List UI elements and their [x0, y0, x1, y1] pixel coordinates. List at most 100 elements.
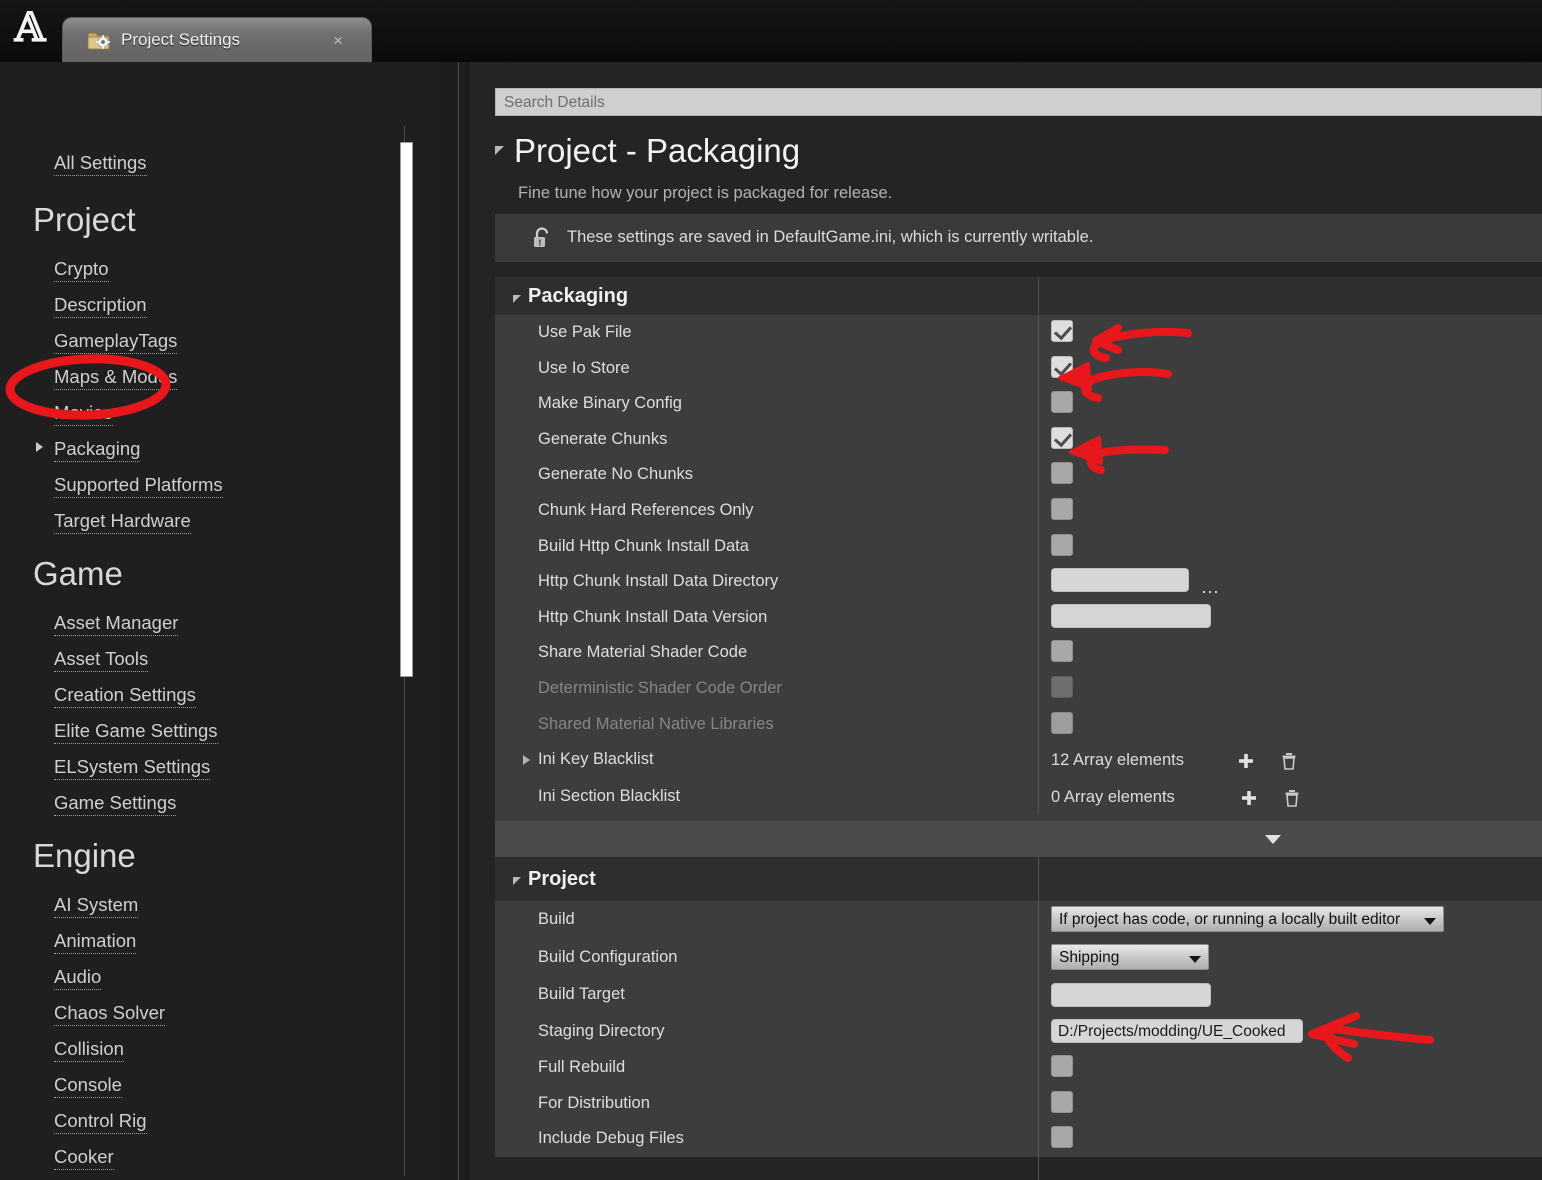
chevron-right-icon[interactable] [523, 755, 530, 766]
close-icon[interactable]: × [333, 31, 343, 51]
browse-ellipsis-icon[interactable]: ... [1315, 1021, 1333, 1042]
title-bar: 𝔸 Project Settings × [0, 0, 1542, 62]
sidebar-item-control-rig[interactable]: Control Rig [54, 1110, 147, 1134]
sidebar-item-animation[interactable]: Animation [54, 930, 137, 954]
sidebar-item-cooker[interactable]: Cooker [54, 1146, 114, 1170]
sidebar-item-creation-settings[interactable]: Creation Settings [54, 684, 196, 708]
table-row[interactable]: Staging Directory D:/Projects/modding/UE… [495, 1014, 1542, 1050]
sidebar-item-game-settings[interactable]: Game Settings [54, 792, 177, 816]
browse-ellipsis-icon[interactable]: ... [1201, 577, 1219, 598]
sidebar-scrollbar-thumb[interactable] [400, 142, 413, 677]
sidebar-item-movies[interactable]: Movies [54, 402, 113, 426]
settings-sidebar: All Settings Project Crypto Description … [0, 62, 440, 1180]
generate-no-chunks-checkbox[interactable] [1051, 462, 1073, 485]
table-row[interactable]: Use Pak File [495, 315, 1542, 351]
sidebar-item-description[interactable]: Description [54, 294, 147, 318]
section-header-packaging[interactable]: Packaging [495, 277, 1542, 315]
http-chunk-install-data-version-input[interactable] [1051, 603, 1211, 628]
sidebar-item-elsystem-settings[interactable]: ELSystem Settings [54, 756, 211, 780]
sidebar-item-target-hardware[interactable]: Target Hardware [54, 510, 191, 534]
build-target-input[interactable] [1051, 983, 1211, 1007]
trash-icon[interactable] [1279, 751, 1299, 771]
tab-project-settings[interactable]: Project Settings × [62, 17, 372, 62]
property-label: Build Target [538, 985, 625, 1003]
search-input[interactable]: Search Details [495, 88, 1542, 116]
sidebar-item-gameplaytags[interactable]: GameplayTags [54, 330, 178, 354]
section-title: Project [528, 868, 596, 890]
build-dropdown[interactable]: If project has code, or running a locall… [1051, 906, 1444, 932]
chunk-hard-references-only-checkbox[interactable] [1051, 497, 1073, 520]
column-splitter[interactable] [1038, 277, 1039, 314]
table-row[interactable]: Http Chunk Install Data Version [495, 600, 1542, 636]
table-row[interactable]: Include Debug Files [495, 1121, 1542, 1157]
sidebar-item-crypto[interactable]: Crypto [54, 258, 109, 282]
table-row[interactable]: Share Material Shader Code [495, 635, 1542, 671]
sidebar-item-maps-and-modes[interactable]: Maps & Modes [54, 366, 178, 390]
table-row[interactable]: Build Http Chunk Install Data [495, 529, 1542, 565]
table-row[interactable]: Build Target [495, 977, 1542, 1014]
table-row[interactable]: Build If project has code, or running a … [495, 901, 1542, 939]
table-row[interactable]: Make Binary Config [495, 386, 1542, 422]
folder-gear-icon [87, 32, 110, 50]
section-header-project[interactable]: Project [495, 857, 1542, 901]
property-label: Http Chunk Install Data Directory [538, 572, 779, 591]
shared-material-native-libraries-checkbox [1051, 711, 1073, 734]
table-row[interactable]: Http Chunk Install Data Directory ... [495, 564, 1542, 600]
table-row: Deterministic Shader Code Order [495, 671, 1542, 707]
property-label: Chunk Hard References Only [538, 500, 754, 519]
for-distribution-checkbox[interactable] [1051, 1090, 1073, 1113]
chevron-down-icon[interactable] [1265, 835, 1281, 845]
trash-icon[interactable] [1282, 788, 1302, 808]
sidebar-item-elite-game-settings[interactable]: Elite Game Settings [54, 720, 218, 744]
table-row[interactable]: Build Configuration Shipping [495, 939, 1542, 977]
use-io-store-checkbox[interactable] [1051, 355, 1073, 378]
ini-writable-info-bar: These settings are saved in DefaultGame.… [495, 214, 1542, 262]
table-row[interactable]: Generate Chunks [495, 422, 1542, 458]
sidebar-item-audio[interactable]: Audio [54, 966, 102, 990]
chevron-down-icon[interactable] [513, 295, 521, 303]
make-binary-config-checkbox[interactable] [1051, 391, 1073, 414]
collapse-caret-icon[interactable] [495, 146, 504, 155]
use-pak-file-checkbox[interactable] [1051, 320, 1073, 342]
table-row[interactable]: Chunk Hard References Only [495, 493, 1542, 529]
chevron-right-icon[interactable] [36, 442, 43, 452]
sidebar-item-all-settings[interactable]: All Settings [54, 152, 147, 176]
generate-chunks-checkbox[interactable] [1051, 426, 1073, 449]
property-label: Staging Directory [538, 1022, 665, 1040]
column-splitter[interactable] [1038, 857, 1039, 900]
staging-directory-input[interactable]: D:/Projects/modding/UE_Cooked [1051, 1019, 1303, 1043]
table-row[interactable]: Full Rebuild [495, 1050, 1542, 1086]
share-material-shader-code-checkbox[interactable] [1051, 640, 1073, 663]
sidebar-item-console[interactable]: Console [54, 1074, 122, 1098]
property-label: Ini Key Blacklist [538, 750, 654, 769]
property-label: Include Debug Files [538, 1129, 684, 1148]
build-http-chunk-install-data-checkbox[interactable] [1051, 533, 1073, 556]
sidebar-heading-project: Project [33, 201, 136, 238]
property-label: Make Binary Config [538, 394, 682, 413]
property-label: For Distribution [538, 1093, 650, 1112]
table-row[interactable]: Ini Section Blacklist 0 Array elements [495, 779, 1542, 821]
table-row[interactable]: Generate No Chunks [495, 457, 1542, 493]
table-row[interactable]: Ini Key Blacklist 12 Array elements [495, 742, 1542, 779]
include-debug-files-checkbox[interactable] [1051, 1126, 1073, 1149]
plus-icon[interactable] [1239, 788, 1259, 808]
sidebar-heading-engine: Engine [33, 837, 136, 874]
details-panel: Search Details Project - Packaging Fine … [470, 62, 1542, 1180]
sidebar-item-asset-manager[interactable]: Asset Manager [54, 612, 179, 636]
chevron-down-icon[interactable] [513, 877, 521, 885]
section-resize-footer[interactable] [495, 821, 1542, 858]
table-row[interactable]: Use Io Store [495, 351, 1542, 387]
unreal-engine-logo-icon: 𝔸 [14, 4, 46, 51]
plus-icon[interactable] [1236, 751, 1256, 771]
table-row[interactable]: For Distribution [495, 1086, 1542, 1122]
full-rebuild-checkbox[interactable] [1051, 1055, 1073, 1077]
sidebar-item-collision[interactable]: Collision [54, 1038, 124, 1062]
build-configuration-dropdown[interactable]: Shipping [1051, 944, 1209, 970]
sidebar-item-supported-platforms[interactable]: Supported Platforms [54, 474, 223, 498]
sidebar-item-ai-system[interactable]: AI System [54, 894, 139, 918]
sidebar-item-packaging[interactable]: Packaging [54, 438, 141, 462]
tab-label: Project Settings [121, 30, 241, 49]
http-chunk-install-data-directory-input[interactable] [1051, 568, 1189, 593]
sidebar-item-chaos-solver[interactable]: Chaos Solver [54, 1002, 166, 1026]
sidebar-item-asset-tools[interactable]: Asset Tools [54, 648, 149, 672]
